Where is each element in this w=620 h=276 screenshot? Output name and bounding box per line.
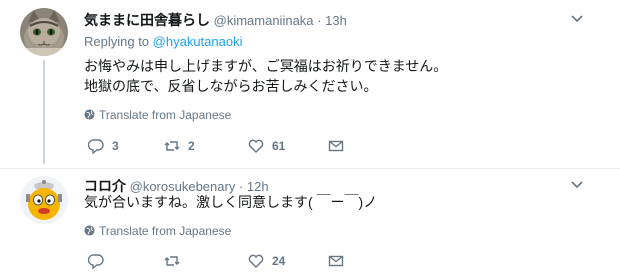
- retweet-button[interactable]: [164, 253, 188, 269]
- replying-to-link[interactable]: @hyakutanaoki: [153, 34, 243, 49]
- translate-label: Translate from Japanese: [99, 224, 232, 238]
- tweet-text: お悔やみは申し上げますが、ご冥福はお祈りできません。 地獄の底で、反省しながらお…: [84, 56, 447, 96]
- display-name[interactable]: 気ままに田舎暮らし: [84, 12, 210, 28]
- translate-label: Translate from Japanese: [99, 108, 232, 122]
- reply-count: 3: [112, 139, 119, 153]
- direct-message-button[interactable]: [328, 138, 352, 154]
- globe-icon: [84, 225, 95, 236]
- tweet-text-line: お悔やみは申し上げますが、ご冥福はお祈りできません。: [84, 58, 448, 74]
- tweet-text-line: 気が合いますね。激しく同意します( ￣ー￣)ノ: [84, 194, 378, 210]
- tweet-actions: 3 2 61: [84, 138, 384, 158]
- reply-button[interactable]: 3: [88, 138, 119, 154]
- replying-prefix: Replying to: [84, 34, 150, 49]
- retweet-count: 2: [188, 139, 195, 153]
- direct-message-button[interactable]: [328, 253, 352, 269]
- korosuke-avatar[interactable]: [20, 176, 68, 224]
- retweet-icon: [164, 141, 180, 151]
- thread-line: [43, 60, 45, 164]
- heart-icon: [248, 139, 264, 153]
- cat-avatar[interactable]: [20, 8, 68, 56]
- tweet-header: 気ままに田舎暮らし @kimamaniinaka · 13h: [84, 10, 347, 30]
- tweet-actions: 24: [84, 253, 384, 273]
- reply-button[interactable]: [88, 253, 112, 269]
- caret-down-icon[interactable]: [570, 12, 584, 26]
- globe-icon: [84, 109, 95, 120]
- heart-icon: [248, 254, 264, 268]
- retweet-button[interactable]: 2: [164, 138, 195, 154]
- like-button[interactable]: 24: [248, 253, 285, 269]
- tweet-text-line: 地獄の底で、反省しながらお苦しみください。: [84, 78, 378, 94]
- tweet-time[interactable]: 13h: [325, 13, 347, 28]
- retweet-icon: [164, 256, 180, 266]
- like-count: 61: [272, 139, 286, 153]
- separator-dot: ·: [317, 13, 322, 28]
- tweet-text: 気が合いますね。激しく同意します( ￣ー￣)ノ: [84, 192, 377, 212]
- like-button[interactable]: 61: [248, 138, 285, 154]
- tweet[interactable]: 気ままに田舎暮らし @kimamaniinaka · 13h Replying …: [0, 0, 620, 168]
- translate-link[interactable]: Translate from Japanese: [84, 108, 231, 122]
- translate-link[interactable]: Translate from Japanese: [84, 224, 231, 238]
- caret-down-icon[interactable]: [570, 178, 584, 192]
- user-handle[interactable]: @kimamaniinaka: [214, 13, 314, 28]
- replying-to: Replying to @hyakutanaoki: [84, 34, 242, 49]
- reply-icon: [88, 254, 104, 269]
- reply-icon: [88, 139, 104, 154]
- like-count: 24: [272, 254, 286, 268]
- message-icon: [328, 255, 344, 267]
- message-icon: [328, 140, 344, 152]
- tweet[interactable]: コロ介 @korosukebenary · 12h 気が合いますね。激しく同意し…: [0, 168, 620, 276]
